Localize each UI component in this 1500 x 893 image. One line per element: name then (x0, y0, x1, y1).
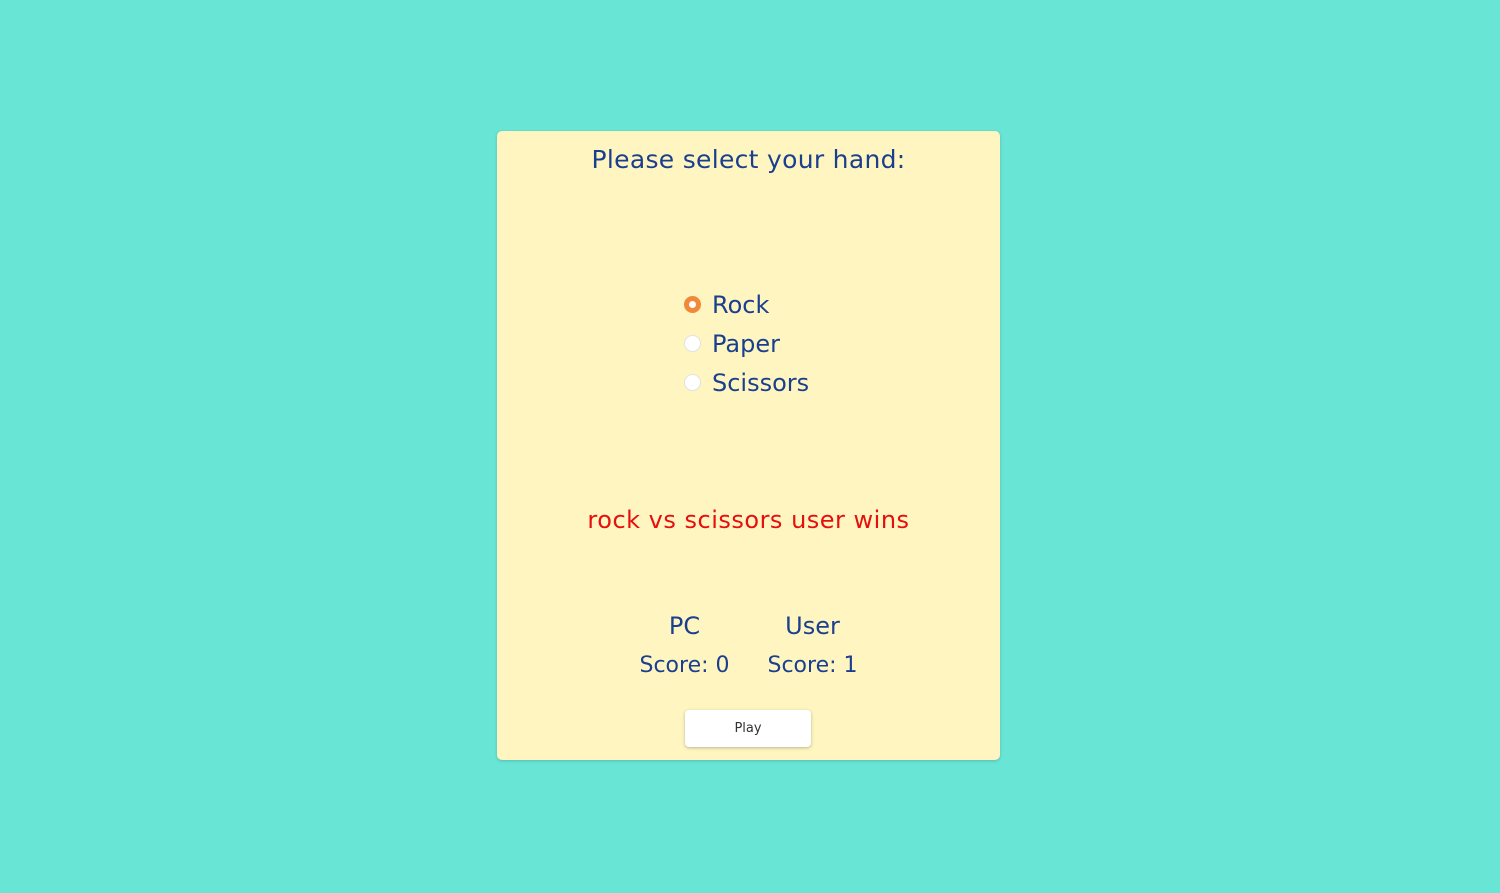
hand-option-rock[interactable]: Rock (684, 285, 809, 324)
hand-option-scissors[interactable]: Scissors (684, 363, 809, 402)
rock-label: Rock (712, 290, 770, 319)
play-button[interactable]: Play (685, 710, 811, 747)
game-card: Please select your hand: Rock Paper Scis… (497, 131, 1000, 760)
scissors-radio[interactable] (684, 374, 701, 391)
scoreboard: PC Score: 0 User Score: 1 (497, 606, 1000, 686)
hand-options: Rock Paper Scissors (684, 285, 809, 402)
user-score: Score: 1 (767, 653, 858, 678)
user-name: User (785, 612, 840, 640)
pc-score: Score: 0 (639, 653, 730, 678)
page-title: Please select your hand: (591, 145, 906, 174)
paper-label: Paper (712, 329, 780, 358)
hand-option-paper[interactable]: Paper (684, 324, 809, 363)
pc-name: PC (668, 612, 701, 640)
rock-radio[interactable] (684, 296, 701, 313)
user-score-column: User Score: 1 (767, 606, 859, 686)
pc-score-column: PC Score: 0 (639, 606, 731, 686)
paper-radio[interactable] (684, 335, 701, 352)
scissors-label: Scissors (712, 368, 810, 397)
result-message: rock vs scissors user wins (587, 506, 910, 534)
